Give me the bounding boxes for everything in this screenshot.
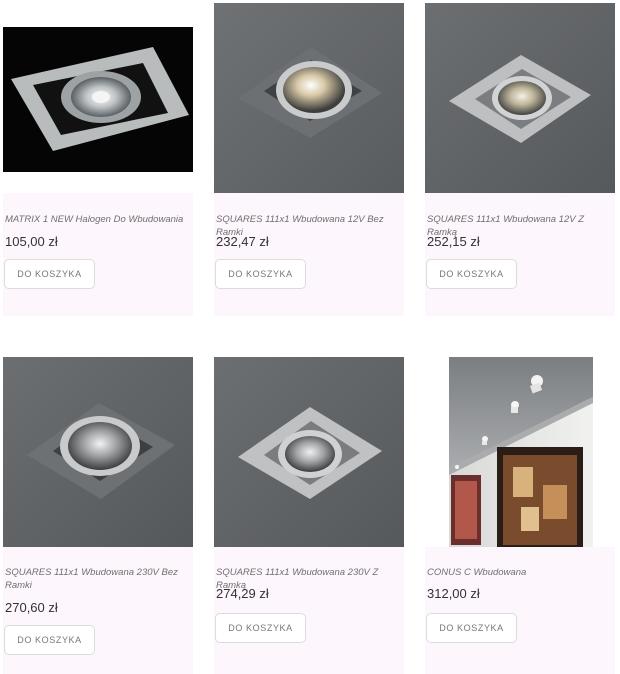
product-card: SQUARES 111x1 Wbudowana 230V Bez Ramki 2… bbox=[3, 357, 193, 674]
product-card: SQUARES 111x1 Wbudowana 12V Bez Ramki 23… bbox=[214, 3, 404, 316]
add-to-cart-button[interactable]: DO KOSZYKA bbox=[215, 613, 306, 643]
product-info: SQUARES 111x1 Wbudowana 12V Bez Ramki 23… bbox=[214, 193, 404, 316]
product-image[interactable] bbox=[214, 3, 404, 193]
product-image[interactable] bbox=[3, 27, 193, 172]
add-to-cart-button[interactable]: DO KOSZYKA bbox=[4, 625, 95, 655]
product-info: SQUARES 111x1 Wbudowana 12V Z Ramką 252,… bbox=[425, 193, 615, 316]
add-to-cart-button[interactable]: DO KOSZYKA bbox=[426, 259, 517, 289]
product-card: CONUS C Wbudowana 312,00 zł DO KOSZYKA bbox=[425, 357, 615, 674]
product-image[interactable] bbox=[214, 357, 404, 547]
add-to-cart-button[interactable]: DO KOSZYKA bbox=[426, 613, 517, 643]
product-card: SQUARES 111x1 Wbudowana 230V Z Ramką 274… bbox=[214, 357, 404, 674]
product-price: 274,29 zł bbox=[216, 586, 269, 601]
product-price: 312,00 zł bbox=[427, 586, 480, 601]
product-info: SQUARES 111x1 Wbudowana 230V Z Ramką 274… bbox=[214, 547, 404, 674]
product-info: MATRIX 1 NEW Halogen Do Wbudowania 105,0… bbox=[3, 193, 193, 316]
add-to-cart-button[interactable]: DO KOSZYKA bbox=[4, 259, 95, 289]
product-image[interactable] bbox=[425, 3, 615, 193]
product-title[interactable]: CONUS C Wbudowana bbox=[427, 566, 613, 579]
product-price: 270,60 zł bbox=[5, 600, 58, 615]
product-info: SQUARES 111x1 Wbudowana 230V Bez Ramki 2… bbox=[3, 547, 193, 674]
product-card: MATRIX 1 NEW Halogen Do Wbudowania 105,0… bbox=[3, 3, 193, 316]
product-info: CONUS C Wbudowana 312,00 zł DO KOSZYKA bbox=[425, 547, 615, 674]
product-price: 105,00 zł bbox=[5, 234, 58, 249]
add-to-cart-button[interactable]: DO KOSZYKA bbox=[215, 259, 306, 289]
product-price: 252,15 zł bbox=[427, 234, 480, 249]
product-title[interactable]: MATRIX 1 NEW Halogen Do Wbudowania bbox=[5, 213, 191, 226]
product-price: 232,47 zł bbox=[216, 234, 269, 249]
product-title[interactable]: SQUARES 111x1 Wbudowana 230V Bez Ramki bbox=[5, 566, 191, 592]
product-image[interactable] bbox=[449, 357, 593, 547]
product-image[interactable] bbox=[3, 357, 193, 547]
product-card: SQUARES 111x1 Wbudowana 12V Z Ramką 252,… bbox=[425, 3, 615, 316]
